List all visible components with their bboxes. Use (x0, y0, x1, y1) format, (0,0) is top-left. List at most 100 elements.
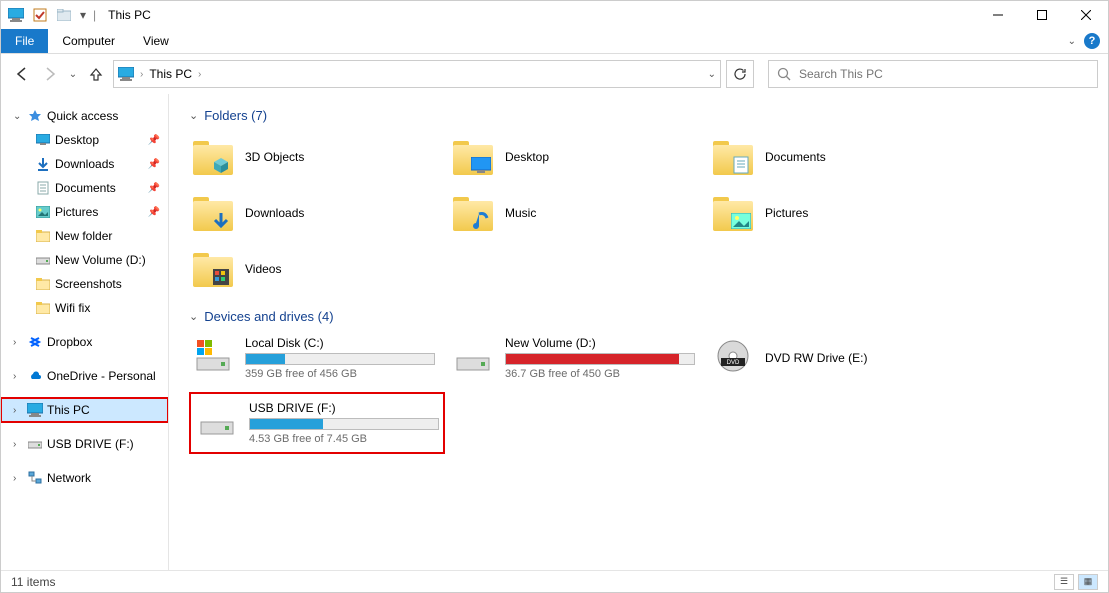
chevron-down-icon: ⌄ (189, 310, 198, 323)
folder-downloads[interactable]: Downloads (189, 187, 439, 239)
svg-text:DVD: DVD (727, 360, 740, 366)
sidebar-item-new-folder[interactable]: New folder (1, 224, 168, 248)
tab-view[interactable]: View (129, 29, 183, 53)
sidebar-item-desktop[interactable]: Desktop 📌 (1, 128, 168, 152)
sidebar-item-documents[interactable]: Documents📌 (1, 176, 168, 200)
folder-label: Desktop (505, 150, 549, 164)
sidebar-usb-drive[interactable]: › USB DRIVE (F:) (1, 432, 168, 456)
maximize-button[interactable] (1020, 1, 1064, 29)
breadcrumb[interactable]: This PC (149, 67, 192, 81)
qat-new-folder-icon[interactable] (53, 4, 75, 26)
cloud-icon (27, 368, 43, 384)
pin-icon: 📌 (148, 135, 160, 146)
recent-locations-button[interactable]: ⌄ (67, 63, 79, 85)
details-view-button[interactable]: ☰ (1054, 574, 1074, 590)
folder-videos[interactable]: Videos (189, 243, 439, 295)
sidebar-item-label: OneDrive - Personal (47, 369, 156, 383)
up-button[interactable] (85, 63, 107, 85)
group-header-drives[interactable]: ⌄ Devices and drives (4) (189, 309, 1088, 324)
qat-dropdown-icon[interactable]: ▾ (77, 4, 89, 26)
navigation-pane: ⌄ Quick access Desktop 📌 Downloads📌Documen… (1, 94, 169, 570)
folder-icon (35, 276, 51, 292)
content-pane: ⌄ Folders (7) 3D Objects Desktop Documents… (169, 94, 1108, 570)
sidebar-item-label: New folder (55, 229, 112, 243)
sidebar-this-pc[interactable]: › This PC (1, 398, 168, 422)
sidebar-item-label: Desktop (55, 133, 99, 147)
pin-icon: 📌 (148, 207, 160, 218)
forward-button[interactable] (39, 63, 61, 85)
back-button[interactable] (11, 63, 33, 85)
drive-label: USB DRIVE (F:) (249, 401, 439, 415)
drive-label: New Volume (D:) (505, 336, 697, 350)
drive-usb-drive-f-[interactable]: USB DRIVE (F:) 4.53 GB free of 7.45 GB (189, 392, 445, 454)
sidebar-network[interactable]: › Network (1, 466, 168, 490)
pictures-icon (35, 204, 51, 220)
folder-icon (35, 300, 51, 316)
help-icon[interactable]: ? (1084, 33, 1100, 49)
folder-music[interactable]: Music (449, 187, 699, 239)
chevron-right-icon: › (13, 337, 23, 348)
chevron-right-icon: › (13, 371, 23, 382)
sidebar-item-pictures[interactable]: Pictures📌 (1, 200, 168, 224)
drive-new-volume-d-[interactable]: New Volume (D:)36.7 GB free of 450 GB (449, 332, 699, 384)
sidebar-item-wifi-fix[interactable]: Wifi fix (1, 296, 168, 320)
folder-icon (451, 135, 495, 179)
search-icon (777, 67, 791, 81)
group-header-label: Devices and drives (4) (204, 309, 333, 324)
sidebar-item-label: Dropbox (47, 335, 92, 349)
qat-properties-icon[interactable] (29, 4, 51, 26)
address-bar[interactable]: › This PC › ⌄ (113, 60, 721, 88)
status-item-count: 11 items (11, 575, 55, 589)
sidebar-quick-access[interactable]: ⌄ Quick access (1, 104, 168, 128)
sidebar-item-label: This PC (47, 403, 90, 417)
refresh-button[interactable] (726, 60, 754, 88)
folder-label: Documents (765, 150, 826, 164)
address-dropdown-icon[interactable]: ⌄ (708, 69, 716, 80)
drive-free-text: 359 GB free of 456 GB (245, 368, 437, 380)
ribbon-expand-icon[interactable]: ⌄ (1068, 36, 1076, 47)
app-icon[interactable] (5, 4, 27, 26)
folder-icon (711, 135, 755, 179)
navigation-bar: ⌄ › This PC › ⌄ (1, 54, 1108, 94)
sidebar-onedrive[interactable]: › OneDrive - Personal (1, 364, 168, 388)
folder-icon (35, 228, 51, 244)
downloads-icon (35, 156, 51, 172)
drive-icon (27, 436, 43, 452)
tab-file[interactable]: File (1, 29, 48, 53)
quick-access-toolbar: ▾ (5, 4, 89, 26)
sidebar-item-label: USB DRIVE (F:) (47, 437, 134, 451)
sidebar-item-downloads[interactable]: Downloads📌 (1, 152, 168, 176)
folder-desktop[interactable]: Desktop (449, 131, 699, 183)
drive-icon (35, 252, 51, 268)
monitor-icon (118, 67, 134, 81)
tiles-view-button[interactable]: ▦ (1078, 574, 1098, 590)
folder-icon (191, 135, 235, 179)
pin-icon: 📌 (148, 183, 160, 194)
sidebar-item-label: Wifi fix (55, 301, 90, 315)
sidebar-item-screenshots[interactable]: Screenshots (1, 272, 168, 296)
search-box[interactable] (768, 60, 1098, 88)
chevron-right-icon: › (140, 69, 143, 80)
sidebar-item-label: New Volume (D:) (55, 253, 146, 267)
folder-documents[interactable]: Documents (709, 131, 959, 183)
sidebar-item-new-volume-d-[interactable]: New Volume (D:) (1, 248, 168, 272)
sidebar-dropbox[interactable]: › Dropbox (1, 330, 168, 354)
drive-dvd-rw-drive-e-[interactable]: DVDDVD RW Drive (E:) (709, 332, 959, 384)
drive-icon (191, 334, 235, 378)
search-input[interactable] (799, 67, 1089, 81)
group-header-folders[interactable]: ⌄ Folders (7) (189, 108, 1088, 123)
folder-icon (711, 191, 755, 235)
close-button[interactable] (1064, 1, 1108, 29)
drive-local-disk-c-[interactable]: Local Disk (C:)359 GB free of 456 GB (189, 332, 439, 384)
star-icon (27, 108, 43, 124)
folder-pictures[interactable]: Pictures (709, 187, 959, 239)
chevron-right-icon: › (13, 439, 23, 450)
folder-label: Downloads (245, 206, 304, 220)
folder-icon (191, 191, 235, 235)
drive-free-text: 4.53 GB free of 7.45 GB (249, 433, 439, 445)
tab-computer[interactable]: Computer (48, 29, 129, 53)
group-header-label: Folders (7) (204, 108, 267, 123)
capacity-bar (249, 418, 439, 430)
folder-3d-objects[interactable]: 3D Objects (189, 131, 439, 183)
minimize-button[interactable] (976, 1, 1020, 29)
